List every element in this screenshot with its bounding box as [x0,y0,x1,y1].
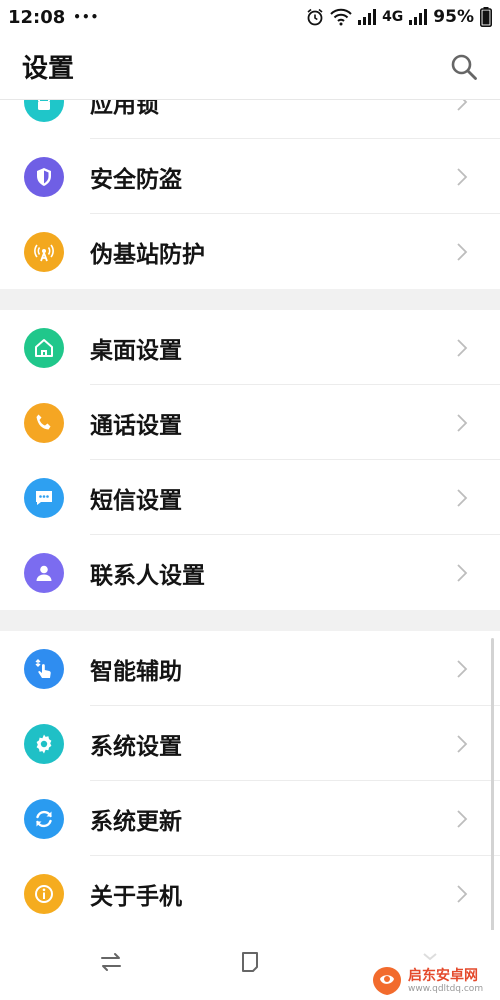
settings-item-system-update[interactable]: 系统更新 [0,781,500,856]
settings-item-label: 安全防盗 [90,166,182,193]
lock-icon [24,100,64,122]
phone-icon [24,403,64,443]
home-icon [24,328,64,368]
page-title: 设置 [22,54,75,84]
settings-item-label: 智能辅助 [90,658,182,685]
gesture-icon [24,649,64,689]
section-gap [0,610,500,631]
settings-item-label: 通话设置 [90,412,182,439]
section-gap [0,289,500,310]
home-nav-icon[interactable] [238,950,262,974]
watermark-logo-icon [373,967,401,995]
watermark: 启东安卓网 www.qdltdq.com [370,962,498,1000]
settings-item-smart-assist[interactable]: 智能辅助 [0,631,500,706]
settings-item-call[interactable]: 通话设置 [0,385,500,460]
settings-item-label: 桌面设置 [90,337,182,364]
chevron-right-icon [457,735,468,753]
settings-item-label: 伪基站防护 [90,241,205,268]
chevron-right-icon [457,414,468,432]
chevron-right-icon [457,810,468,828]
settings-item-about-phone[interactable]: 关于手机 [0,856,500,930]
chevron-right-icon [457,339,468,357]
search-icon[interactable] [450,53,478,81]
settings-item-label: 系统更新 [90,808,182,835]
settings-item-system-settings[interactable]: 系统设置 [0,706,500,781]
chevron-right-icon [457,489,468,507]
signal-icon-2 [409,9,428,25]
watermark-text: 启东安卓网 [408,967,478,984]
info-icon [24,874,64,914]
chevron-right-icon [457,885,468,903]
settings-item-label: 联系人设置 [90,562,205,589]
contact-icon [24,553,64,593]
chevron-right-icon [457,564,468,582]
message-icon [24,478,64,518]
status-more: ••• [73,10,100,24]
settings-item-label: 关于手机 [90,883,182,910]
chevron-right-icon [457,660,468,678]
settings-item-contacts[interactable]: 联系人设置 [0,535,500,610]
alarm-icon [307,8,323,26]
network-type: 4G [382,9,404,25]
settings-item-fake-base-station[interactable]: 伪基站防护 [0,214,500,289]
gear-icon [24,724,64,764]
settings-item-desktop[interactable]: 桌面设置 [0,310,500,385]
chevron-right-icon [457,243,468,261]
signal-icon [358,9,377,25]
scrollbar[interactable] [491,638,494,938]
settings-item-applock[interactable]: 应用锁 [0,100,500,139]
settings-item-label: 应用锁 [90,100,159,118]
battery-percent: 95% [433,7,474,27]
shield-icon [24,157,64,197]
watermark-url: www.qdltdq.com [408,983,484,994]
settings-item-security[interactable]: 安全防盗 [0,139,500,214]
chevron-right-icon [457,100,468,111]
switch-apps-icon[interactable] [99,950,123,974]
chevron-right-icon [457,168,468,186]
settings-item-label: 系统设置 [90,733,182,760]
status-time: 12:08 [8,6,66,28]
header: 设置 [0,34,500,100]
settings-list[interactable]: 应用锁安全防盗伪基站防护桌面设置通话设置短信设置联系人设置智能辅助系统设置系统更… [0,100,500,930]
antenna-icon [24,232,64,272]
status-bar: 12:08 ••• 4G 95% [0,0,500,34]
wifi-icon [330,8,352,26]
settings-item-sms[interactable]: 短信设置 [0,460,500,535]
battery-icon [480,7,492,27]
settings-item-label: 短信设置 [90,487,182,514]
refresh-icon [24,799,64,839]
